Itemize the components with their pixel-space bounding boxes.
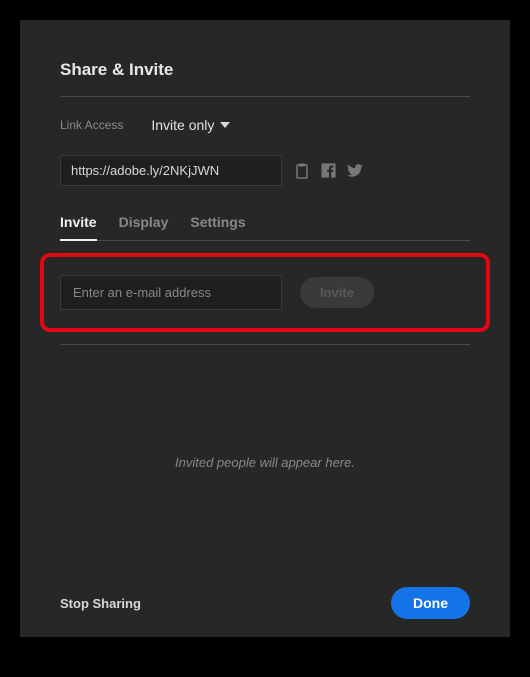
url-row — [60, 155, 470, 186]
link-access-label: Link Access — [60, 118, 123, 132]
link-access-row: Link Access Invite only — [60, 117, 470, 133]
share-invite-panel: Share & Invite Link Access Invite only — [20, 20, 510, 637]
tab-settings[interactable]: Settings — [190, 214, 245, 240]
divider — [60, 96, 470, 97]
facebook-icon[interactable] — [320, 162, 337, 179]
footer: Stop Sharing Done — [60, 587, 470, 619]
link-access-value: Invite only — [151, 117, 214, 133]
done-button[interactable]: Done — [391, 587, 470, 619]
invite-button[interactable]: Invite — [300, 277, 374, 308]
url-icons — [294, 162, 364, 179]
invite-section-highlight: Invite — [40, 253, 490, 332]
tab-display[interactable]: Display — [119, 214, 169, 240]
panel-title: Share & Invite — [60, 60, 470, 80]
email-input[interactable] — [60, 275, 282, 310]
tabs: Invite Display Settings — [60, 214, 470, 241]
tab-invite[interactable]: Invite — [60, 214, 97, 240]
share-url-input[interactable] — [60, 155, 282, 186]
chevron-down-icon — [220, 122, 230, 128]
empty-state-text: Invited people will appear here. — [60, 455, 470, 470]
divider-below-invite — [60, 344, 470, 345]
twitter-icon[interactable] — [347, 162, 364, 179]
link-access-dropdown[interactable]: Invite only — [151, 117, 230, 133]
stop-sharing-link[interactable]: Stop Sharing — [60, 596, 141, 611]
clipboard-icon[interactable] — [294, 163, 310, 179]
